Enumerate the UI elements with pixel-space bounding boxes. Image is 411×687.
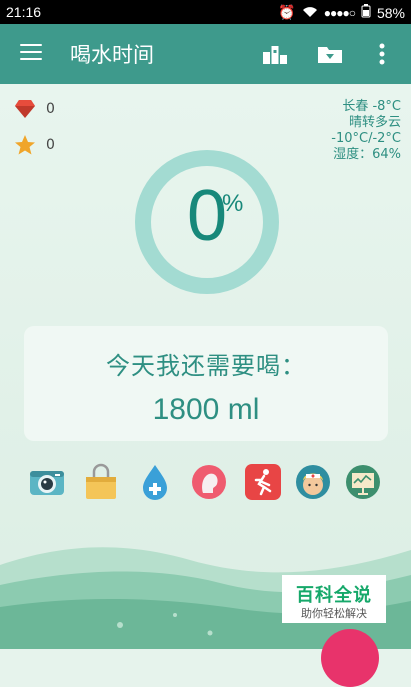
camera-icon bbox=[30, 471, 64, 495]
wifi-icon bbox=[302, 5, 318, 21]
star-count: 0 bbox=[46, 137, 55, 153]
running-icon bbox=[245, 464, 281, 500]
leaderboard-icon bbox=[263, 46, 287, 64]
presentation-icon bbox=[346, 465, 380, 499]
water-drop-button[interactable] bbox=[136, 463, 174, 501]
add-water-fab[interactable] bbox=[321, 629, 379, 687]
bag-icon bbox=[86, 463, 116, 499]
progress-value: 0 bbox=[186, 176, 228, 256]
watermark-subtitle: 助你轻松解决 bbox=[301, 607, 367, 620]
nurse-icon bbox=[296, 465, 330, 499]
remaining-label: 今天我还需要喝： bbox=[106, 352, 306, 380]
watermark-badge: 百科全说 助你轻松解决 bbox=[282, 575, 386, 623]
app-bar: 喝水时间 bbox=[0, 24, 411, 84]
profile-button[interactable] bbox=[190, 463, 228, 501]
more-vert-icon bbox=[379, 43, 385, 65]
nurse-button[interactable] bbox=[294, 463, 332, 501]
alarm-icon: ⏰ bbox=[278, 4, 296, 20]
menu-icon bbox=[20, 44, 42, 46]
profile-icon bbox=[192, 465, 226, 499]
star-icon bbox=[15, 135, 35, 155]
status-bar: 21:16 ⏰ ●●●●○ 58% bbox=[0, 0, 411, 24]
star-stat: 0 bbox=[14, 134, 55, 156]
weather-condition: 晴转多云 bbox=[348, 115, 401, 130]
leaderboard-button[interactable] bbox=[262, 42, 288, 66]
app-title: 喝水时间 bbox=[70, 43, 154, 67]
weather-city-temp: 长春 -8°C bbox=[342, 99, 401, 114]
battery-icon bbox=[361, 4, 371, 21]
folder-icon bbox=[318, 47, 342, 63]
gem-stat: 0 bbox=[14, 99, 55, 119]
gem-count: 0 bbox=[46, 101, 55, 117]
remaining-card: 今天我还需要喝： 1800 ml bbox=[24, 326, 388, 441]
battery-percent: 58% bbox=[376, 4, 405, 21]
weather-humidity: 湿度：64% bbox=[333, 147, 401, 162]
gem-icon bbox=[15, 100, 35, 118]
exercise-button[interactable] bbox=[244, 463, 282, 501]
folder-button[interactable] bbox=[317, 42, 343, 66]
feature-toolbar bbox=[28, 463, 388, 501]
menu-button[interactable] bbox=[20, 44, 42, 62]
remaining-amount: 1800 ml bbox=[152, 393, 260, 426]
signal-icon: ●●●●○ bbox=[323, 5, 356, 20]
status-time: 21:16 bbox=[6, 4, 42, 20]
camera-button[interactable] bbox=[28, 463, 66, 501]
weather-info: 长春 -8°C 晴转多云 -10°C/-2°C 湿度：64% bbox=[331, 99, 401, 163]
presentation-button[interactable] bbox=[344, 463, 382, 501]
water-drop-plus-icon bbox=[143, 465, 167, 500]
progress-unit: % bbox=[222, 190, 244, 217]
watermark-title: 百科全说 bbox=[296, 585, 372, 606]
more-options-button[interactable] bbox=[372, 42, 392, 66]
weather-range: -10°C/-2°C bbox=[331, 131, 401, 146]
bag-button[interactable] bbox=[82, 463, 120, 501]
